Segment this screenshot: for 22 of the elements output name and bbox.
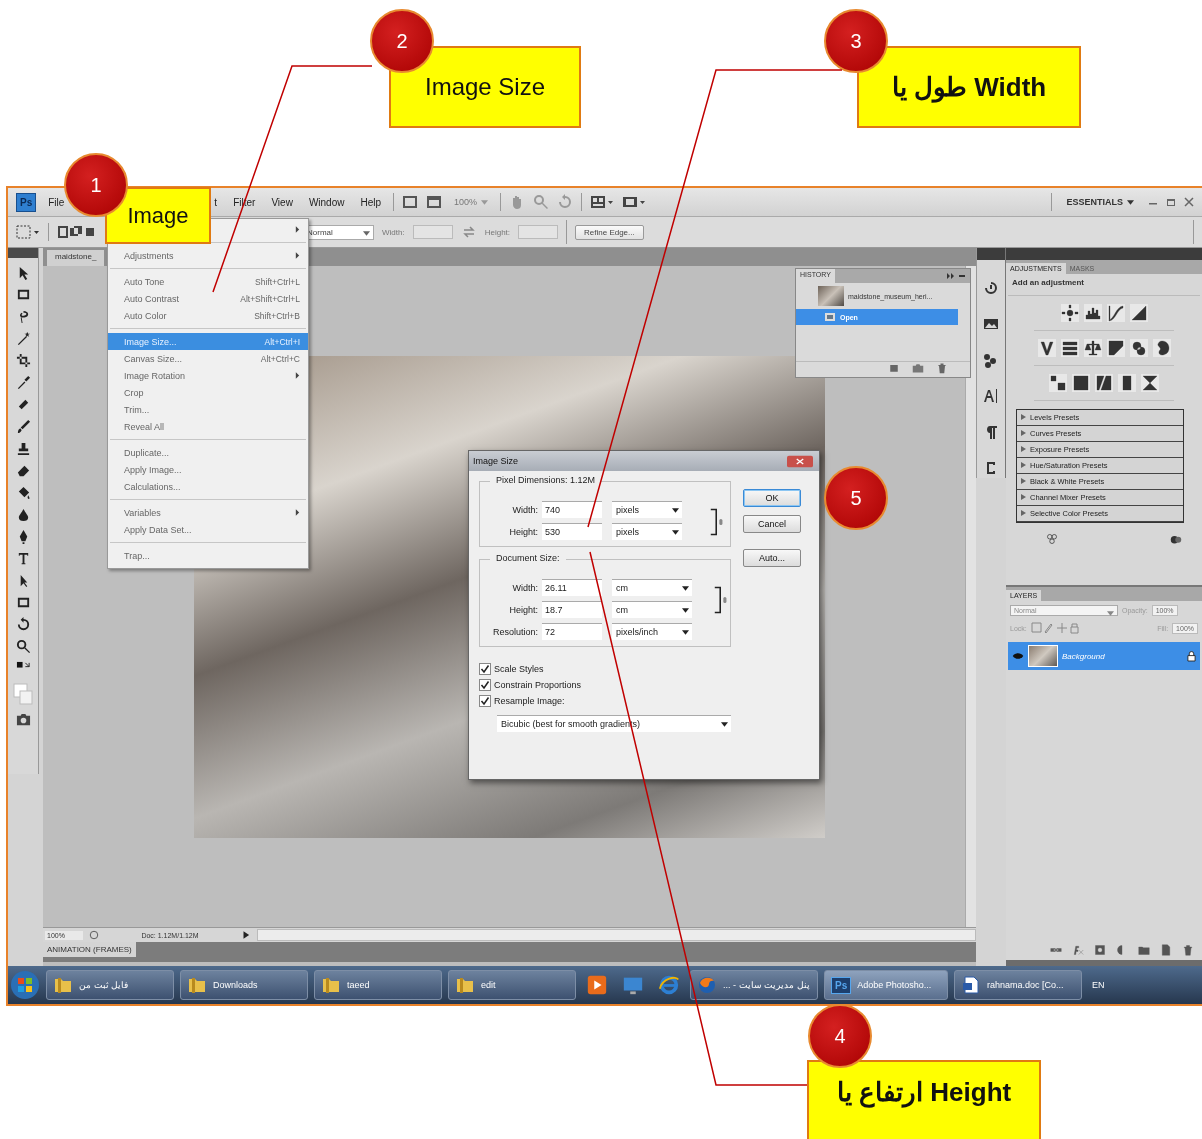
height-label: Height: <box>484 227 511 237</box>
app-logo: Ps <box>16 192 37 212</box>
field-label: Width: <box>511 504 538 515</box>
width-label: Width: <box>382 227 405 237</box>
field-label: Height: <box>508 604 538 615</box>
number-badge: 2 <box>370 9 434 73</box>
app-logo: Ps <box>831 976 852 994</box>
field-label: Width: <box>511 582 538 593</box>
number-badge: 4 <box>808 1004 872 1068</box>
field-label: Height: <box>508 526 538 537</box>
group-label: Document Size: <box>490 553 566 563</box>
callout-label: ارتفاع یا Height <box>807 1060 1041 1139</box>
checkbox-label: Constrain Proportions <box>494 680 582 690</box>
number-badge: 1 <box>64 153 128 217</box>
field-label: Resolution: <box>491 626 538 637</box>
group-label: Pixel Dimensions: 1.12M <box>490 475 602 485</box>
checkbox-label: Resample Image: <box>494 696 565 706</box>
callout-label: Image <box>105 187 211 244</box>
dialog-title: Image Size <box>473 456 519 466</box>
panel-heading: Add an adjustment <box>1008 274 1200 296</box>
number-badge: 3 <box>824 9 888 73</box>
checkbox-label: Scale Styles <box>494 664 544 674</box>
